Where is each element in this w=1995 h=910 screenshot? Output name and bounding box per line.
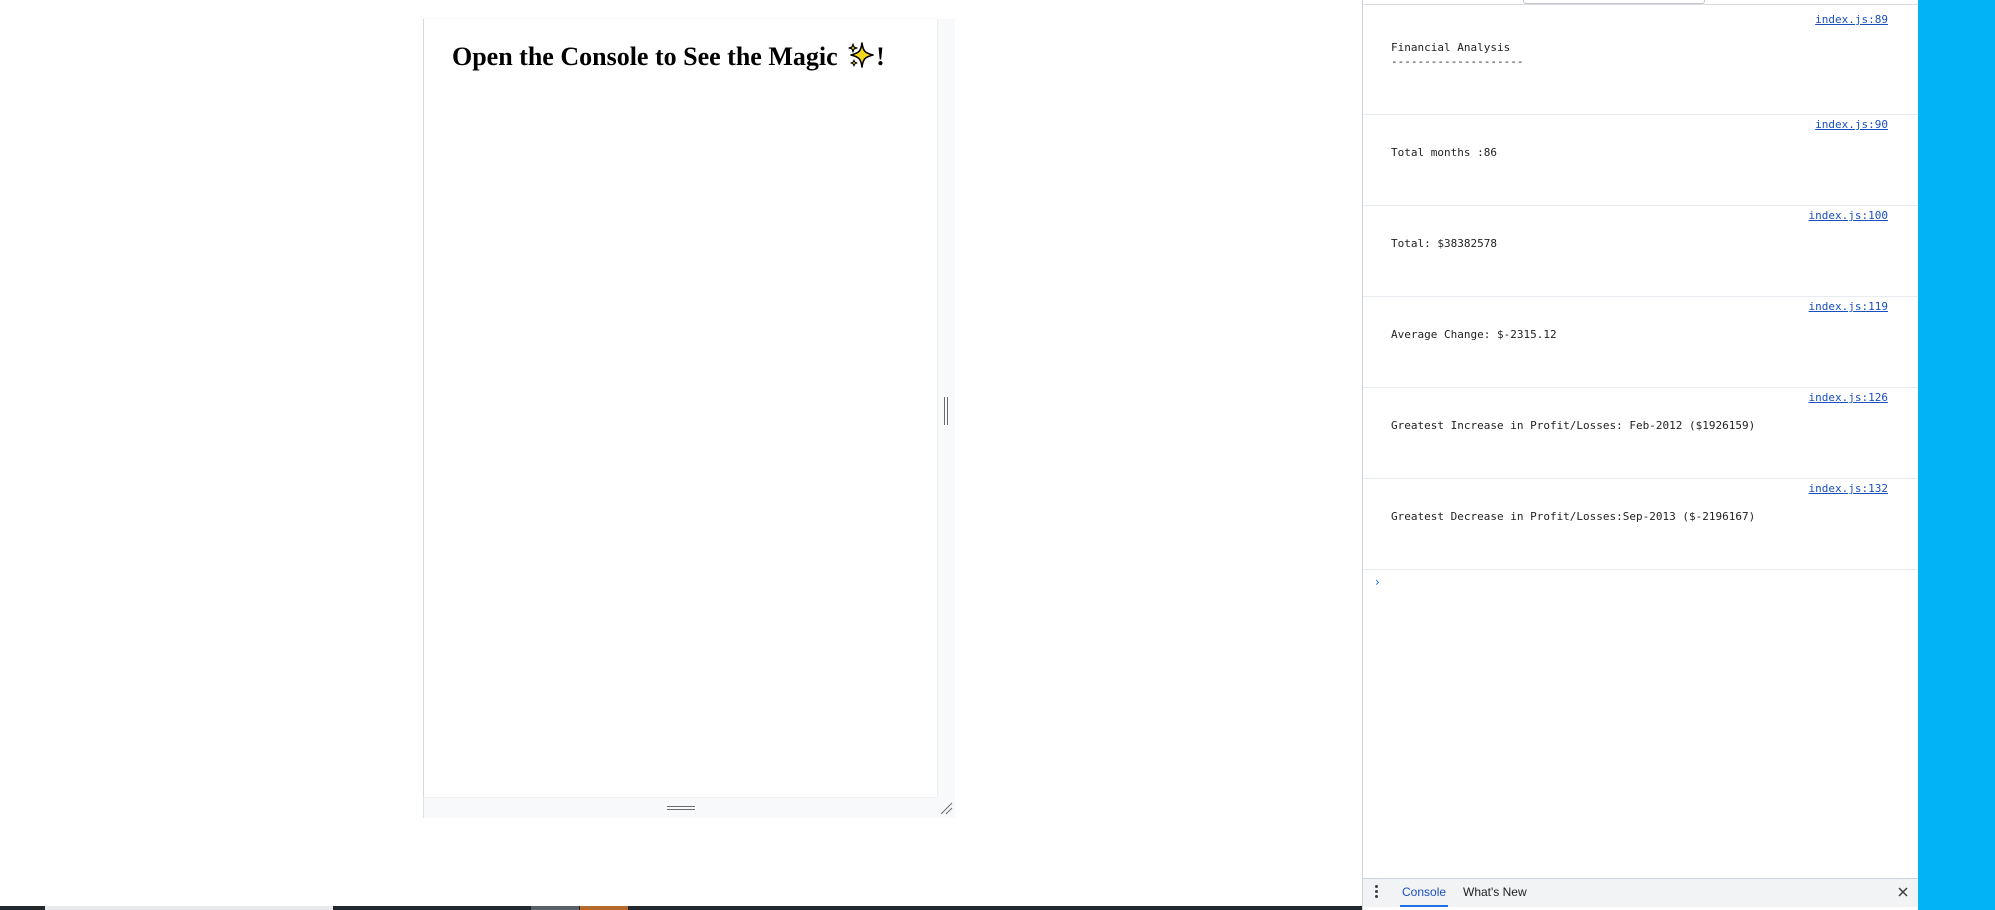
devtools-panel: Financial Analysis -------------------- … bbox=[1362, 0, 1918, 910]
console-log-message: Total months :86 bbox=[1391, 146, 1497, 159]
device-emulation-frame: Open the Console to See the Magic ! bbox=[423, 19, 955, 818]
screen: Open the Console to See the Magic ! Fina… bbox=[0, 0, 1995, 910]
console-log-row: Greatest Decrease in Profit/Losses:Sep-2… bbox=[1363, 479, 1918, 570]
console-output: Financial Analysis -------------------- … bbox=[1363, 10, 1918, 592]
viewport-corner-resize-icon[interactable] bbox=[939, 801, 953, 815]
console-log-message: Total: $38382578 bbox=[1391, 237, 1497, 250]
console-log-message: Average Change: $-2315.12 bbox=[1391, 328, 1557, 341]
devtools-toolbar-edge bbox=[1363, 0, 1918, 5]
console-log-source-link[interactable]: index.js:90 bbox=[1815, 118, 1888, 132]
sparkles-icon bbox=[848, 42, 874, 68]
close-icon[interactable] bbox=[1896, 885, 1910, 899]
drawer-tab-bar: Console What's New bbox=[1363, 878, 1918, 907]
page-heading-text: Open the Console to See the Magic bbox=[452, 42, 838, 71]
tab-whats-new[interactable]: What's New bbox=[1461, 879, 1529, 905]
console-log-row: Financial Analysis -------------------- … bbox=[1363, 10, 1918, 115]
console-log-row: Greatest Increase in Profit/Losses: Feb-… bbox=[1363, 388, 1918, 479]
tab-console[interactable]: Console bbox=[1400, 879, 1449, 907]
console-filter-input-edge[interactable] bbox=[1523, 0, 1705, 4]
console-log-message: Greatest Increase in Profit/Losses: Feb-… bbox=[1391, 419, 1756, 432]
console-log-source-link[interactable]: index.js:89 bbox=[1815, 13, 1888, 27]
console-log-message: Financial Analysis -------------------- bbox=[1391, 41, 1524, 68]
page-heading-suffix: ! bbox=[876, 42, 885, 71]
taskbar-app-button[interactable] bbox=[531, 906, 579, 910]
page-heading: Open the Console to See the Magic ! bbox=[452, 41, 885, 72]
page-viewport: Open the Console to See the Magic ! bbox=[424, 19, 937, 797]
console-log-source-link[interactable]: index.js:119 bbox=[1809, 300, 1888, 314]
console-log-source-link[interactable]: index.js:126 bbox=[1809, 391, 1888, 405]
taskbar bbox=[0, 906, 1362, 910]
console-prompt[interactable]: › bbox=[1363, 570, 1918, 592]
console-log-source-link[interactable]: index.js:132 bbox=[1809, 482, 1888, 496]
taskbar-search-box[interactable] bbox=[45, 906, 333, 910]
prompt-chevron-icon: › bbox=[1375, 575, 1380, 589]
taskbar-app-button[interactable] bbox=[580, 906, 628, 910]
more-options-icon[interactable] bbox=[1373, 884, 1381, 900]
console-log-row: Total: $38382578 index.js:100 bbox=[1363, 206, 1918, 297]
console-log-message: Greatest Decrease in Profit/Losses:Sep-2… bbox=[1391, 510, 1756, 523]
console-log-source-link[interactable]: index.js:100 bbox=[1809, 209, 1888, 223]
console-log-row: Average Change: $-2315.12 index.js:119 bbox=[1363, 297, 1918, 388]
desktop-background-strip bbox=[1918, 0, 1995, 910]
console-log-row: Total months :86 index.js:90 bbox=[1363, 115, 1918, 206]
viewport-width-resize-handle[interactable] bbox=[942, 397, 950, 425]
viewport-height-resize-handle[interactable] bbox=[667, 805, 695, 813]
